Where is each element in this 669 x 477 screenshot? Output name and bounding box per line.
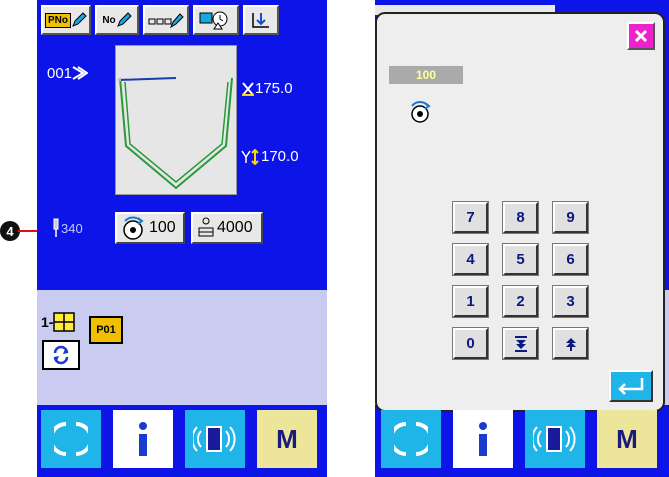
decrement-key[interactable] [502,327,539,360]
speed-icon [411,101,431,123]
sub-area [37,290,327,405]
increment-key[interactable] [552,327,589,360]
info-icon [139,422,147,456]
pattern-tag-label: P01 [96,324,116,336]
close-button[interactable] [627,22,655,50]
decrement-icon [514,335,527,352]
mode-label: M [276,423,298,454]
pattern-arrow-icon [72,66,89,80]
ready-icon [54,422,88,456]
key-1[interactable]: 1 [452,285,489,318]
refresh-icon [53,345,69,365]
x-scale: 175.0 [241,80,293,97]
communication-button[interactable] [185,410,245,468]
mode-button[interactable]: M [597,410,657,468]
key-8[interactable]: 8 [502,201,539,234]
x-scale-icon [242,81,254,96]
cycle-indicator: 1- [41,312,76,332]
key-3[interactable]: 3 [552,285,589,318]
speed-input-screen: 100 7 8 9 4 5 6 1 2 3 0 M [375,0,669,477]
numeric-input-dialog: 100 7 8 9 4 5 6 1 2 3 0 [375,12,665,412]
cycle-prefix: 1- [41,314,54,330]
counter-button[interactable]: 4000 [191,212,263,244]
needle-indicator: 340 [51,218,83,238]
value-display: 100 [389,66,463,84]
pencil-icon [72,12,87,27]
close-icon [634,29,648,43]
info-icon [479,422,487,456]
speed-value: 100 [149,219,176,236]
key-7[interactable]: 7 [452,201,489,234]
information-button[interactable] [453,410,513,468]
presser-down-icon [252,13,269,28]
speed-button[interactable]: 100 [115,212,185,244]
pattern-number-value: 001 [47,64,73,82]
information-button[interactable] [113,410,173,468]
needle-value: 340 [61,220,83,236]
callout-dot: 4 [0,221,20,241]
pocket-shape-icon [118,77,233,190]
stitch-pencil-icon [148,13,184,29]
x-scale-value: 175.0 [255,80,293,97]
enter-button[interactable] [609,370,653,402]
y-scale-value: 170.0 [261,148,299,165]
bobbin-setting-button[interactable] [193,5,239,35]
key-5[interactable]: 5 [502,243,539,276]
ready-icon [394,422,428,456]
ready-button[interactable] [381,410,441,468]
counter-icon [198,217,214,237]
value-display-text: 100 [415,68,437,82]
grid-icon [53,312,76,332]
presser-down-button[interactable] [243,5,279,35]
y-scale-icon [241,148,259,165]
counter-value: 4000 [217,219,253,236]
stitch-edit-button[interactable] [143,5,189,35]
pattern-tag[interactable]: P01 [89,316,123,344]
needle-icon [53,218,59,237]
mode-button[interactable]: M [257,410,317,468]
key-2[interactable]: 2 [502,285,539,318]
speed-icon [123,216,144,240]
ready-button[interactable] [41,410,101,468]
no-label: No [102,14,116,26]
cycle-reset-button[interactable] [42,340,80,370]
input-screen: PNo No 001 175.0 170.0 340 100 4000 1- P… [37,0,327,477]
key-0[interactable]: 0 [452,327,489,360]
y-scale: 170.0 [241,148,299,165]
pattern-number: 001 [47,62,89,84]
key-6[interactable]: 6 [552,243,589,276]
communication-icon [193,426,236,452]
communication-button[interactable] [525,410,585,468]
bobbin-hand-icon [199,11,228,30]
pattern-no-label: PNo [45,12,71,28]
pencil-icon [116,12,132,27]
key-9[interactable]: 9 [552,201,589,234]
number-edit-button[interactable]: No [95,5,139,35]
communication-icon [533,426,576,452]
pattern-preview [115,45,237,195]
key-4[interactable]: 4 [452,243,489,276]
enter-icon [618,378,644,395]
pattern-no-button[interactable]: PNo [41,5,91,35]
mode-label: M [616,423,638,454]
increment-icon [565,337,576,351]
